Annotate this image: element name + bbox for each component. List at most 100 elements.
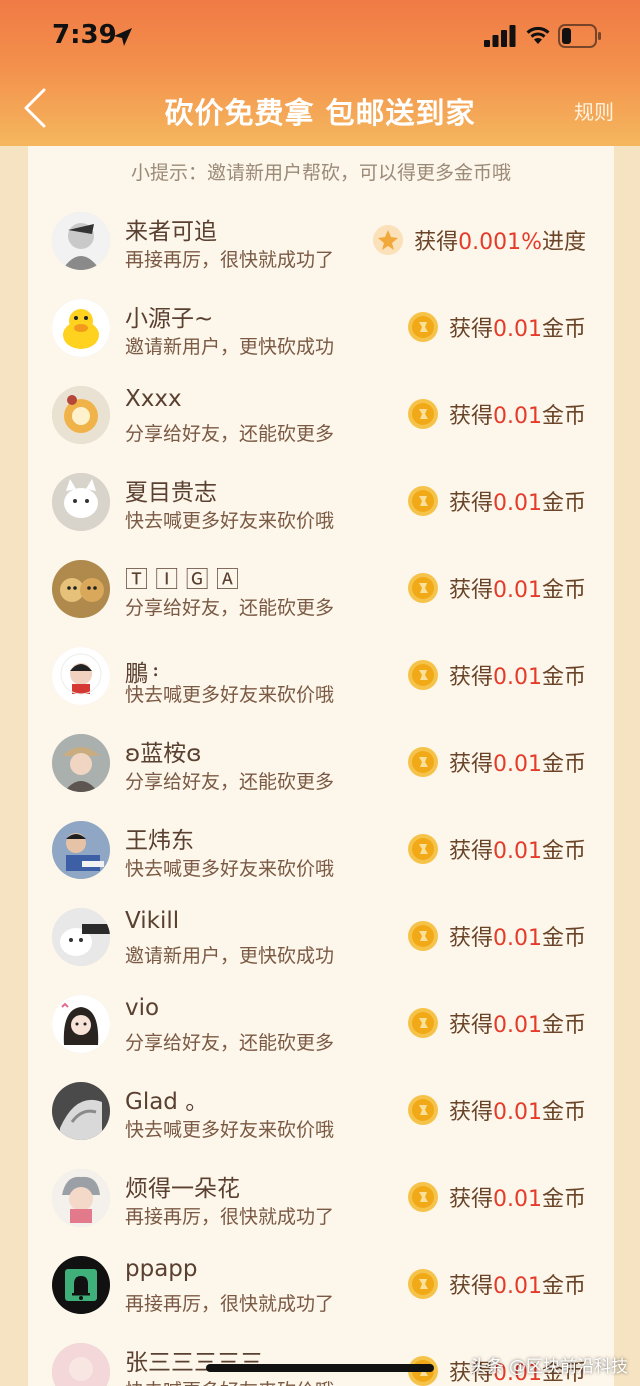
user-message: 再接再厉，很快就成功了 xyxy=(125,249,335,271)
reward: 获得0.01金币 xyxy=(407,1267,586,1301)
reward-suffix: 金币 xyxy=(541,665,586,690)
list-item: 🅃 🄸 🄶 🄰 分享给好友，还能砍更多 获得0.01金币 xyxy=(28,554,614,641)
user-name: 🅃 🄸 🄶 🄰 xyxy=(125,567,239,593)
avatar xyxy=(52,560,110,618)
list-item: ppapp 再接再厉，很快就成功了 获得0.01金币 xyxy=(28,1250,614,1337)
reward-prefix: 获得 xyxy=(448,839,493,864)
header: 7:39 砍价免费拿 包邮送到家 规则 xyxy=(0,0,640,146)
reward-value: 0.01 xyxy=(493,665,542,690)
avatar xyxy=(52,821,110,879)
reward: 获得0.01金币 xyxy=(407,571,586,605)
avatar xyxy=(52,473,110,531)
battery-icon xyxy=(558,24,601,48)
user-message: 再接再厉，很快就成功了 xyxy=(125,1206,335,1228)
reward: 获得0.01金币 xyxy=(407,1093,586,1127)
user-name: 来者可追 xyxy=(125,219,217,245)
reward-prefix: 获得 xyxy=(448,1013,493,1038)
coin-icon xyxy=(407,399,438,429)
status-time: 7:39 xyxy=(52,20,117,50)
reward: 获得0.01金币 xyxy=(407,1180,586,1214)
reward-prefix: 获得 xyxy=(448,665,493,690)
avatar xyxy=(52,647,110,705)
reward: 获得0.01金币 xyxy=(407,1006,586,1040)
list-item: vio 分享给好友，还能砍更多 获得0.01金币 xyxy=(28,989,614,1076)
reward-value: 0.01 xyxy=(493,578,542,603)
tip-text: 小提示：邀请新用户帮砍，可以得更多金币哦 xyxy=(130,162,511,184)
coin-icon xyxy=(407,1182,438,1212)
location-arrow-icon xyxy=(114,28,132,46)
reward-value: 0.01 xyxy=(493,1013,542,1038)
coin-icon xyxy=(407,486,438,516)
reward-suffix: 进度 xyxy=(541,230,586,255)
avatar xyxy=(52,995,110,1053)
reward-suffix: 金币 xyxy=(541,404,586,429)
reward-suffix: 金币 xyxy=(541,491,586,516)
list-item: Glad 。 快去喊更多好友来砍价哦 获得0.01金币 xyxy=(28,1076,614,1163)
user-message: 快去喊更多好友来砍价哦 xyxy=(125,684,335,706)
avatar xyxy=(52,1256,110,1314)
user-name: Vikill xyxy=(125,908,180,934)
reward-value: 0.01 xyxy=(493,1100,542,1125)
user-name: Xxxx xyxy=(125,386,182,412)
user-name: 烦得一朵花 xyxy=(125,1176,240,1202)
user-message: 再接再厉，很快就成功了 xyxy=(125,1293,335,1315)
reward-suffix: 金币 xyxy=(541,1274,586,1299)
coin-icon xyxy=(407,312,438,342)
user-name: 王炜东 xyxy=(125,828,194,854)
reward-suffix: 金币 xyxy=(541,1187,586,1212)
helper-list-panel: 小提示：邀请新用户帮砍，可以得更多金币哦 来者可追 再接再厉，很快就成功了 获得… xyxy=(28,146,614,1386)
list-item: 来者可追 再接再厉，很快就成功了 获得0.001%进度 xyxy=(28,206,614,293)
coin-icon xyxy=(407,921,438,951)
reward-suffix: 金币 xyxy=(541,317,586,342)
list-item: Xxxx 分享给好友，还能砍更多 获得0.01金币 xyxy=(28,380,614,467)
reward: 获得0.01金币 xyxy=(407,832,586,866)
list-item: 小源子~ 邀请新用户，更快砍成功 获得0.01金币 xyxy=(28,293,614,380)
avatar xyxy=(52,212,110,270)
reward-value: 0.01 xyxy=(493,491,542,516)
user-message: 快去喊更多好友来砍价哦 xyxy=(125,1376,334,1386)
user-message: 邀请新用户，更快砍成功 xyxy=(125,336,335,358)
reward-value: 0.01 xyxy=(493,1187,542,1212)
wifi-icon xyxy=(526,26,550,44)
user-name: ʚ蓝桉ɞ xyxy=(125,741,202,767)
avatar xyxy=(52,1343,110,1386)
user-message: 分享给好友，还能砍更多 xyxy=(125,1032,335,1054)
user-name: vio xyxy=(125,995,160,1021)
home-indicator[interactable] xyxy=(206,1364,434,1372)
reward-prefix: 获得 xyxy=(448,752,493,777)
rules-link[interactable]: 规则 xyxy=(574,96,614,125)
user-name: 夏目贵志 xyxy=(125,480,217,506)
nav-bar: 砍价免费拿 包邮送到家 规则 xyxy=(0,72,640,146)
list-item: 王炜东 快去喊更多好友来砍价哦 获得0.01金币 xyxy=(28,815,614,902)
user-message: 分享给好友，还能砍更多 xyxy=(125,423,335,445)
reward-value: 0.01 xyxy=(493,1274,542,1299)
user-name: 小源子~ xyxy=(125,306,214,332)
page-title: 砍价免费拿 包邮送到家 xyxy=(164,96,476,130)
reward-prefix: 获得 xyxy=(448,1100,493,1125)
watermark-text: 头条 @区块前沿科技 xyxy=(469,1357,628,1377)
avatar xyxy=(52,734,110,792)
reward-prefix: 获得 xyxy=(448,404,493,429)
reward-value: 0.01 xyxy=(493,317,542,342)
user-message: 分享给好友，还能砍更多 xyxy=(125,771,335,793)
reward: 获得0.01金币 xyxy=(407,310,586,344)
reward-prefix: 获得 xyxy=(448,491,493,516)
helper-list: 来者可追 再接再厉，很快就成功了 获得0.001%进度 小源子~ 邀请新用户，更… xyxy=(28,206,614,1386)
reward: 获得0.01金币 xyxy=(407,919,586,953)
user-name: ppapp xyxy=(125,1256,198,1282)
reward-value: 0.001% xyxy=(458,230,542,255)
reward-suffix: 金币 xyxy=(541,752,586,777)
avatar xyxy=(52,386,110,444)
reward-prefix: 获得 xyxy=(448,1274,493,1299)
reward-value: 0.01 xyxy=(493,839,542,864)
user-name: Glad 。 xyxy=(125,1089,209,1115)
coin-icon xyxy=(407,747,438,777)
user-message: 分享给好友，还能砍更多 xyxy=(125,597,335,619)
reward: 获得0.01金币 xyxy=(407,658,586,692)
list-item: Vikill 邀请新用户，更快砍成功 获得0.01金币 xyxy=(28,902,614,989)
reward-suffix: 金币 xyxy=(541,1100,586,1125)
reward: 获得0.01金币 xyxy=(407,397,586,431)
reward-value: 0.01 xyxy=(493,404,542,429)
list-item: 夏目贵志 快去喊更多好友来砍价哦 获得0.01金币 xyxy=(28,467,614,554)
user-message: 邀请新用户，更快砍成功 xyxy=(125,945,335,967)
